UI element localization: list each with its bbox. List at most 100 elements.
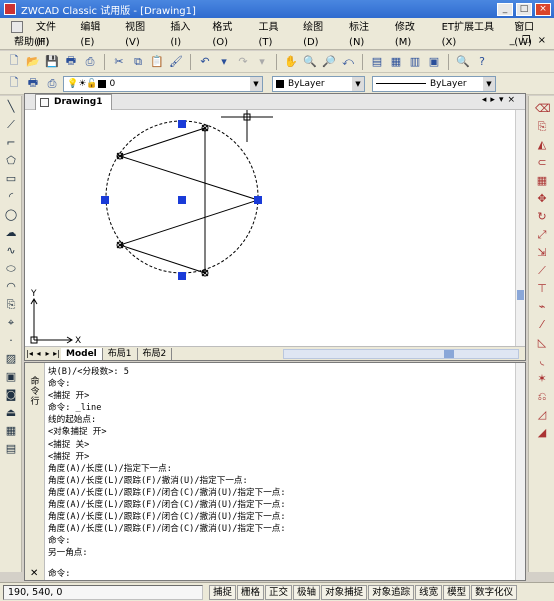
zoom-realtime-icon[interactable]: 🔍 [302,54,318,70]
stretch-icon[interactable]: ⇲ [535,246,549,260]
move-icon[interactable]: ✥ [535,192,549,206]
snap-toggle[interactable]: 捕捉 [209,584,237,600]
ellipse-arc-icon[interactable]: ◠ [4,280,18,294]
print-preview-icon[interactable]: ⎙ [82,54,98,70]
color-dropdown[interactable]: ByLayer ▼ [272,75,365,92]
menu-modify[interactable]: 修改(M) [387,20,434,50]
lengthen-icon[interactable]: ◿ [535,408,549,422]
chevron-down-icon[interactable]: ▼ [250,76,262,91]
arc-icon[interactable]: ◜ [4,190,18,204]
polar-toggle[interactable]: 极轴 [293,584,321,600]
next-tab-icon[interactable]: ▸ [43,349,52,358]
region-icon[interactable]: ▣ [4,370,18,384]
polygon-icon[interactable]: ⬠ [4,154,18,168]
open-file-icon[interactable]: 📂 [25,54,41,70]
grips[interactable] [101,120,262,280]
copy-object-icon[interactable]: ⎘ [535,120,549,134]
lineweight-toggle[interactable]: 线宽 [415,584,443,600]
design-center-icon[interactable]: ▦ [388,54,404,70]
menu-et-tools[interactable]: ET扩展工具(X) [434,20,507,50]
document-icon[interactable] [11,21,23,33]
maximize-button[interactable]: □ [516,2,532,16]
pan-icon[interactable]: ✋ [283,54,299,70]
last-tab-icon[interactable]: ▸| [52,349,61,358]
new-file-icon[interactable]: 🗋 [6,54,22,70]
wipeout-icon[interactable]: ⏏ [4,406,18,420]
model-toggle[interactable]: 模型 [443,584,471,600]
scrollbar-thumb[interactable] [517,290,524,300]
copy-icon[interactable]: ⧉ [130,54,146,70]
help-icon[interactable]: ? [474,54,490,70]
calculator-icon[interactable]: ▣ [426,54,442,70]
trim-icon[interactable]: ⟋ [535,264,549,278]
close-button[interactable]: × [535,2,551,16]
fillet-icon[interactable]: ◟ [535,354,549,368]
revision-cloud-icon[interactable]: ☁ [4,226,18,240]
zoom-icon[interactable]: 🔍 [455,54,471,70]
menu-format[interactable]: 格式(O) [204,20,250,50]
canvas-vertical-scrollbar[interactable] [515,110,525,346]
menu-help[interactable]: 帮助(H) [14,35,49,50]
layer-previous-icon[interactable]: ⎙ [44,76,60,92]
tool-palettes-icon[interactable]: ▥ [407,54,423,70]
osnap-toggle[interactable]: 对象捕捉 [321,584,368,600]
drawing-canvas[interactable]: Y X [25,110,515,346]
command-scrollbar[interactable] [515,363,525,580]
tab-layout2[interactable]: 布局2 [138,347,173,360]
break-icon[interactable]: ⌁ [535,300,549,314]
make-block-icon[interactable]: ⌖ [4,316,18,330]
menu-edit[interactable]: 编辑(E) [72,20,117,50]
boundary-icon[interactable]: ◙ [4,388,18,402]
prev-tab-icon[interactable]: ◂ [34,349,43,358]
join-icon[interactable]: ⁄ [535,318,549,332]
undo-icon[interactable]: ↶ [197,54,213,70]
zoom-window-icon[interactable]: 🔎 [321,54,337,70]
ortho-toggle[interactable]: 正交 [265,584,293,600]
doc-close-button[interactable]: × [538,35,546,46]
menu-dimension[interactable]: 标注(N) [341,20,387,50]
tab-controls[interactable]: ◂▸▾× [482,95,519,105]
print-icon[interactable]: 🖶 [63,54,79,70]
minimize-button[interactable]: _ [497,2,513,16]
point-icon[interactable]: · [4,334,18,348]
digitizer-toggle[interactable]: 数字化仪 [471,584,518,600]
linetype-dropdown[interactable]: ByLayer ▼ [372,75,496,92]
document-tab[interactable]: Drawing1 [35,94,112,110]
ellipse-icon[interactable]: ⬭ [4,262,18,276]
menu-tools[interactable]: 工具(T) [250,20,295,50]
zoom-previous-icon[interactable]: ⤺ [340,54,356,70]
menu-draw[interactable]: 绘图(D) [295,20,341,50]
hatch-icon[interactable]: ▨ [4,352,18,366]
tab-model[interactable]: Model [61,347,103,360]
undo-dropdown-icon[interactable]: ▾ [216,54,232,70]
match-properties-icon[interactable]: 🖌 [168,54,184,70]
redo-icon[interactable]: ↷ [235,54,251,70]
doc-minimize-button[interactable]: _ [510,35,515,46]
mirror-icon[interactable]: ◭ [535,138,549,152]
layer-manager-icon[interactable]: 🗋 [6,76,22,92]
spline-icon[interactable]: ∿ [4,244,18,258]
erase-icon[interactable]: ⌫ [535,102,551,116]
offset-icon[interactable]: ⊂ [535,156,549,170]
rotate-icon[interactable]: ↻ [535,210,549,224]
cut-icon[interactable]: ✂ [111,54,127,70]
doc-restore-button[interactable]: ❐ [522,35,531,46]
table-icon[interactable]: ▦ [4,424,18,438]
save-icon[interactable]: 💾 [44,54,60,70]
mtext-icon[interactable]: ▤ [4,442,18,456]
otrack-toggle[interactable]: 对象追踪 [368,584,415,600]
align-icon[interactable]: ◢ [535,426,549,440]
ray-icon[interactable]: ⟋ [4,118,18,132]
grid-toggle[interactable]: 栅格 [237,584,265,600]
canvas-horizontal-scrollbar[interactable] [283,349,519,359]
explode-icon[interactable]: ✶ [535,372,549,386]
insert-block-icon[interactable]: ⎘ [4,298,18,312]
menu-view[interactable]: 视图(V) [117,20,162,50]
extend-icon[interactable]: ⊤ [535,282,549,296]
layer-state-icon[interactable]: 🖶 [25,76,41,92]
chamfer-icon[interactable]: ◺ [535,336,549,350]
redo-dropdown-icon[interactable]: ▾ [254,54,270,70]
scrollbar-thumb[interactable] [444,350,454,358]
properties-icon[interactable]: ▤ [369,54,385,70]
star-line[interactable] [118,127,260,274]
